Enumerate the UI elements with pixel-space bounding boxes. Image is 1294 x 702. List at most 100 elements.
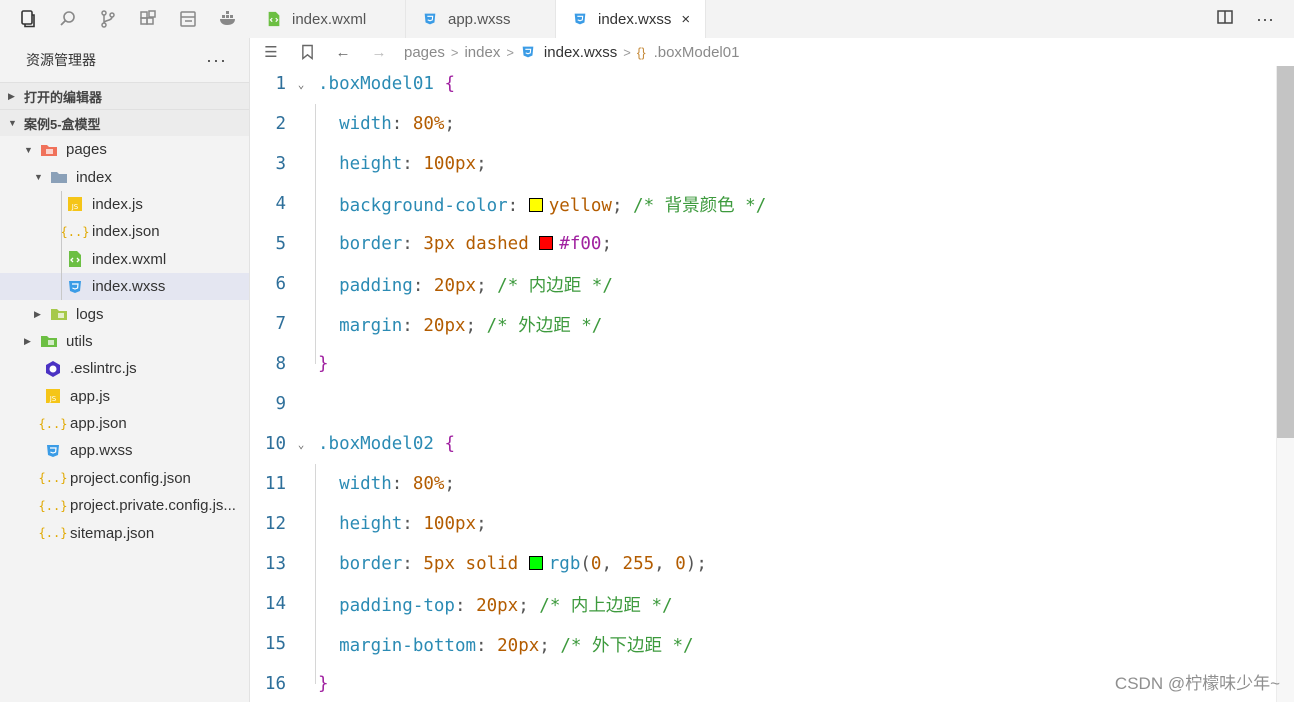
editor-tabs: index.wxml app.wxss index.wxss × ··· [250,0,1294,38]
json-file-icon: {..} [38,526,68,541]
indent-guide [61,218,62,246]
line-number: 11 [264,474,286,494]
css-value: 20px [497,635,540,656]
color-swatch[interactable] [539,236,554,250]
tab-label: index.wxml [292,10,367,28]
css-property: border [339,234,403,254]
breadcrumb-selector-label: .boxModel01 [653,43,740,61]
tree-item-index-json[interactable]: {..} index.json [0,218,249,246]
back-arrow-icon[interactable]: ← [332,44,354,61]
js-file-icon: JS [44,387,62,405]
tree-item-project-config[interactable]: {..} project.config.json [0,465,249,492]
tab-index-wxml[interactable]: index.wxml [250,0,406,38]
breadcrumb: ☰ ← → pages > index > index.wxss > {} .b… [250,38,1294,66]
outline-icon[interactable] [168,0,208,38]
css-number: 0 [675,554,686,574]
tree-item-project-private-config[interactable]: {..} project.private.config.js... [0,492,249,519]
tree-item-app-js[interactable]: JS app.js [0,383,249,410]
split-editor-icon[interactable] [1216,8,1234,31]
folder-utils-icon [40,332,58,350]
folder-open-icon [50,168,68,186]
brace: } [318,354,329,374]
tree-item-app-wxss[interactable]: app.wxss [0,437,249,464]
tree-item-logs[interactable]: ▶ logs [0,300,249,327]
folder-pages-icon [40,141,58,159]
line-number: 3 [275,154,286,174]
docker-icon[interactable] [208,0,248,38]
tree-item-index-wxml[interactable]: index.wxml [0,245,249,273]
tree-item-app-json[interactable]: {..} app.json [0,410,249,437]
breadcrumb-index[interactable]: index [464,44,500,61]
list-icon[interactable]: ☰ [260,43,282,61]
css-property: margin [339,315,403,336]
brace: { [444,74,455,94]
wxss-file-icon [572,11,588,27]
tree-item-pages[interactable]: ▼ pages [0,136,249,163]
css-value: 3px [423,234,455,254]
code-comment: /* 背景颜色 */ [633,195,767,216]
tree-item-sitemap[interactable]: {..} sitemap.json [0,519,249,546]
code-line: 6 padding: 20px; /* 内边距 */ [250,264,1276,304]
code-line: 10 ⌄ .boxModel02 { [250,424,1276,464]
code-editor[interactable]: 1 ⌄ .boxModel01 { 2 width: 80%; 3 height… [250,66,1276,702]
line-number: 6 [275,274,286,294]
code-line: 15 margin-bottom: 20px; /* 外下边距 */ [250,624,1276,664]
json-file-icon: {..} [38,498,68,513]
breadcrumb-separator: > [623,44,631,60]
breadcrumb-pages[interactable]: pages [404,44,445,61]
json-file-icon: {..} [60,224,90,239]
tree-item-eslintrc[interactable]: .eslintrc.js [0,355,249,382]
tree-item-utils[interactable]: ▶ utils [0,328,249,355]
file-tree: ▼ pages ▼ index JS index.js {..} index.j… [0,136,249,547]
css-selector: .boxModel01 [318,74,434,94]
source-control-icon[interactable] [88,0,128,38]
more-actions-icon[interactable]: ··· [206,50,227,71]
css-value: 5px [423,554,455,574]
open-editors-section[interactable]: ▶ 打开的编辑器 [0,82,249,109]
eslint-file-icon [44,360,62,378]
ide-window: 资源管理器 ··· ▶ 打开的编辑器 ▼ 案例5-盒模型 ▼ pages ▼ i… [0,0,1294,702]
tab-label: index.wxss [598,10,672,28]
css-selector: .boxModel02 [318,434,434,454]
extensions-icon[interactable] [128,0,168,38]
tab-index-wxss[interactable]: index.wxss × [556,0,706,38]
search-icon[interactable] [48,0,88,38]
line-number: 5 [275,234,286,254]
breadcrumb-selector[interactable]: {} .boxModel01 [637,44,740,61]
code-line: 11 width: 80%; [250,464,1276,504]
css-value: 80% [412,474,445,494]
chevron-right-icon: ▶ [34,308,41,319]
css-number: 255 [622,554,655,574]
json-file-icon: {..} [38,471,68,486]
css-value: 20px [423,315,466,336]
forward-arrow-icon[interactable]: → [368,44,390,61]
close-icon[interactable]: × [681,11,690,28]
color-swatch[interactable] [528,197,543,212]
tree-item-index-folder[interactable]: ▼ index [0,163,249,190]
js-file-icon: JS [66,195,84,213]
fold-chevron-icon[interactable]: ⌄ [286,438,316,451]
more-actions-icon[interactable]: ··· [1256,9,1274,30]
scrollbar-thumb[interactable] [1277,66,1294,438]
tree-item-index-js[interactable]: JS index.js [0,190,249,219]
brace: } [318,674,329,694]
open-editors-label: 打开的编辑器 [24,89,103,105]
fold-chevron-icon[interactable]: ⌄ [286,78,316,91]
project-section[interactable]: ▼ 案例5-盒模型 [0,109,249,136]
indent-guide [61,245,62,273]
chevron-down-icon: ▼ [34,172,43,183]
chevron-down-icon: ▼ [8,118,17,128]
bookmark-icon[interactable] [296,44,318,60]
line-number: 14 [264,594,286,614]
code-line: 2 width: 80%; [250,104,1276,144]
color-swatch[interactable] [528,556,543,570]
tab-app-wxss[interactable]: app.wxss [406,0,556,38]
line-number: 1 [275,74,286,94]
breadcrumb-file[interactable]: index.wxss [520,44,617,61]
code-line: 1 ⌄ .boxModel01 { [250,64,1276,104]
indent-guide [61,190,62,219]
breadcrumb-file-label: index.wxss [543,43,618,61]
tree-item-index-wxss[interactable]: index.wxss [0,272,249,301]
explorer-icon[interactable] [8,0,48,38]
wxss-file-icon [520,44,536,60]
